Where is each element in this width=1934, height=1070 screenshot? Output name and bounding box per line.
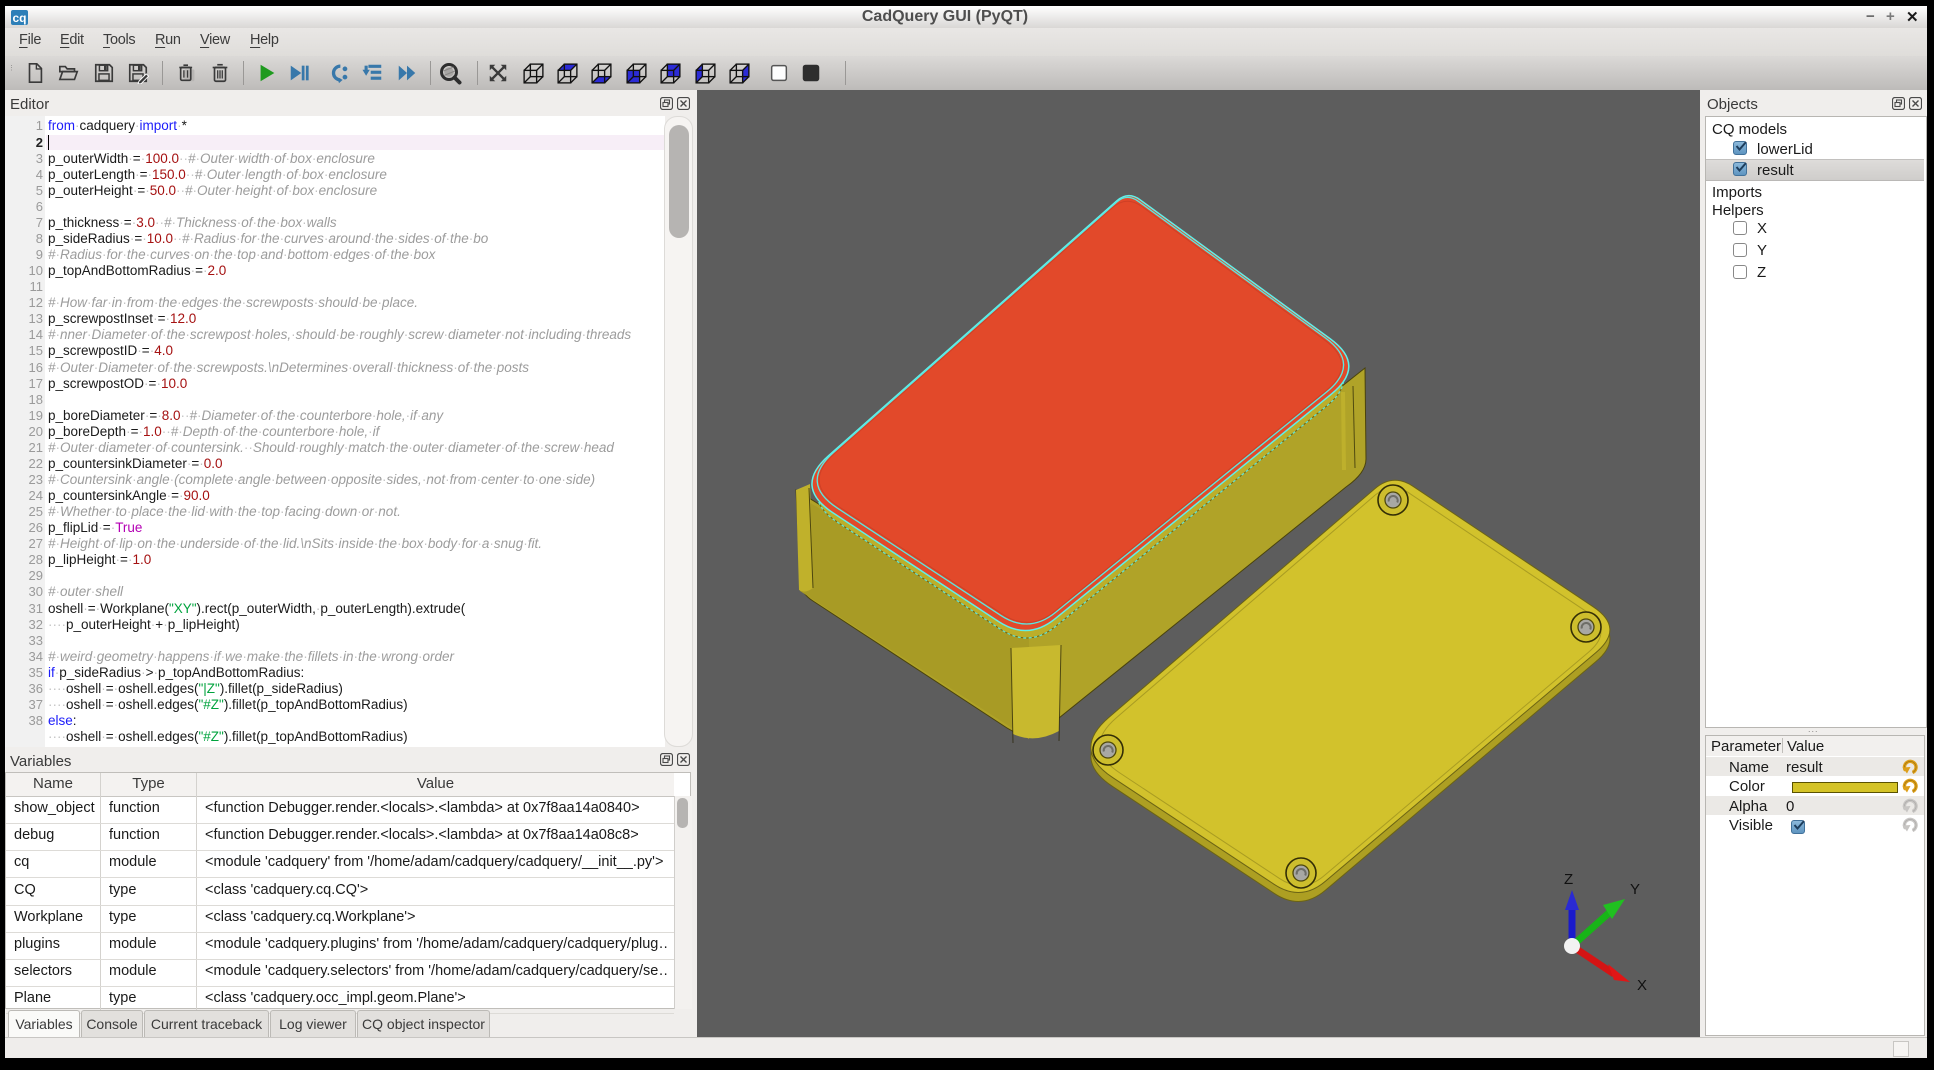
svg-text:Z: Z (1564, 871, 1573, 888)
svg-text:X: X (1637, 977, 1647, 994)
svg-text:Y: Y (1630, 881, 1640, 898)
